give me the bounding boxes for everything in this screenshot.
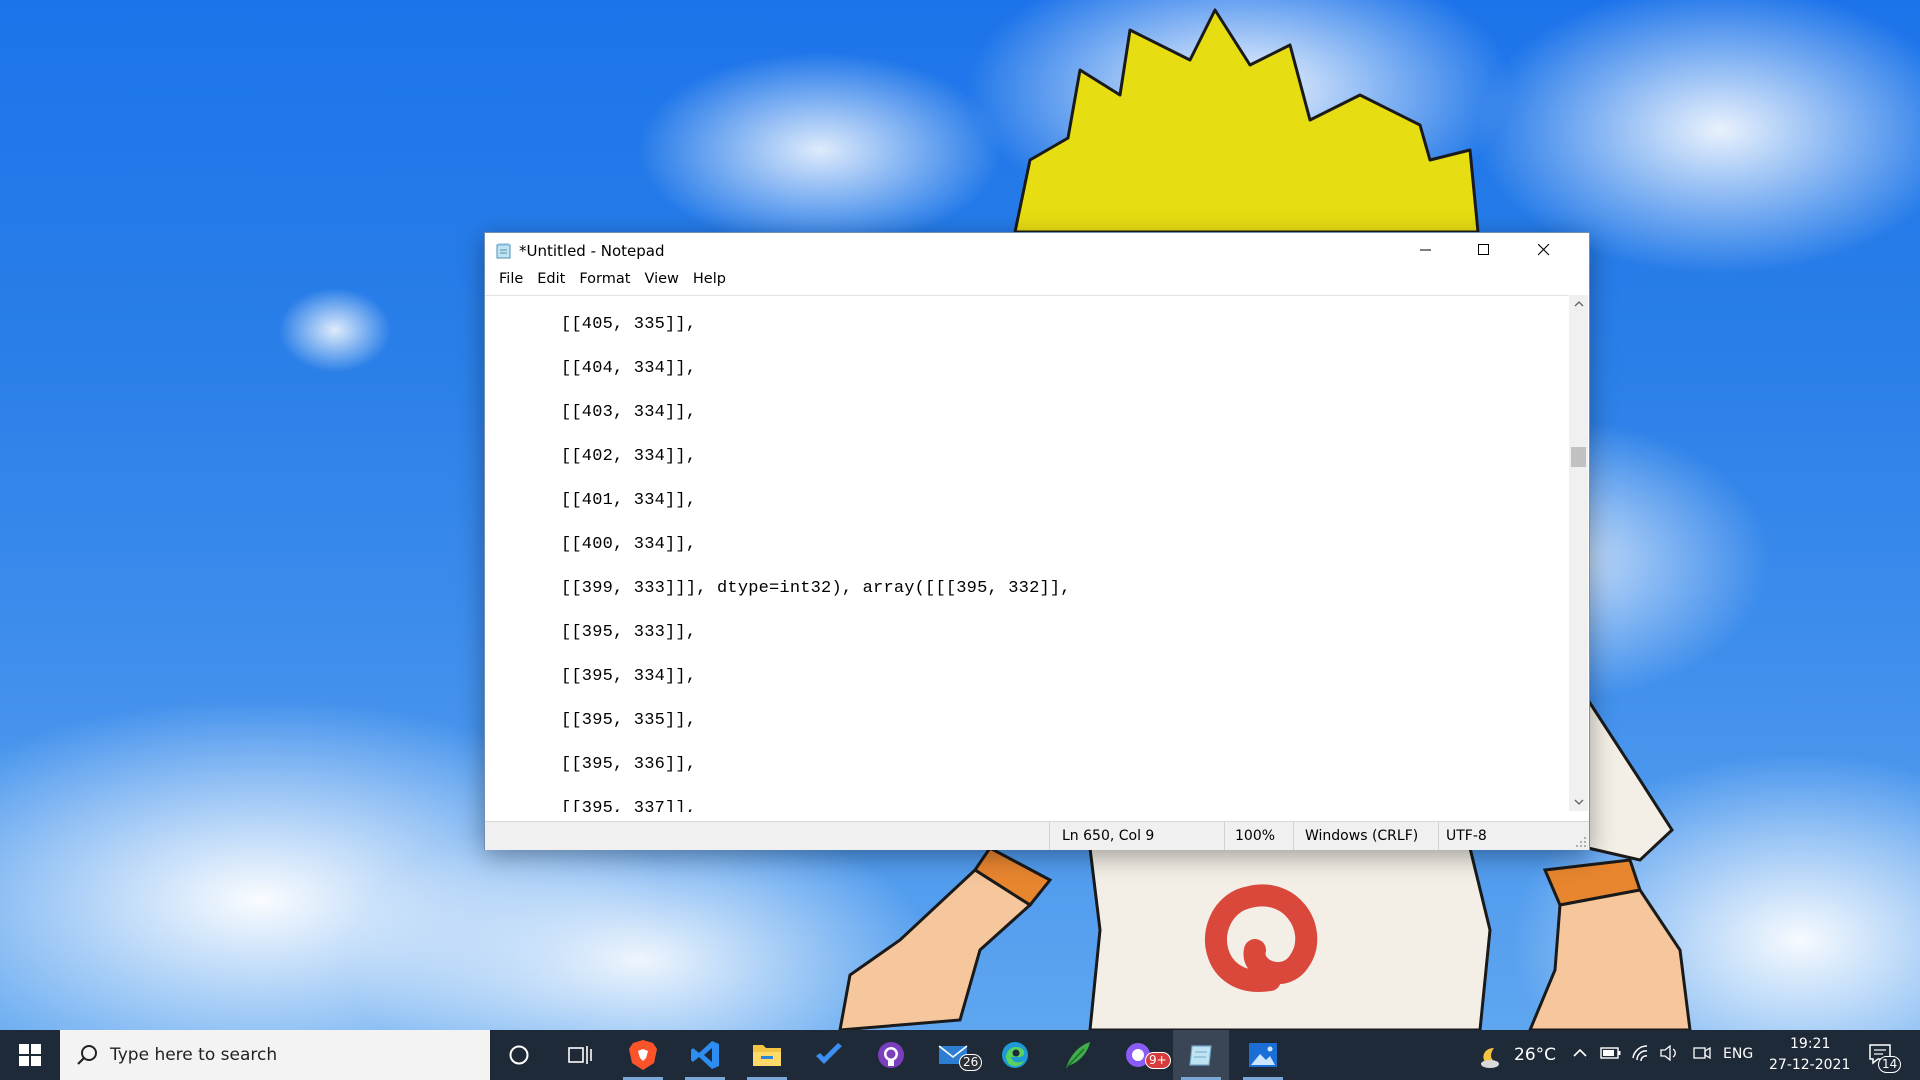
close-icon	[1538, 244, 1550, 256]
chevron-up-icon	[1574, 301, 1583, 307]
minimize-button[interactable]	[1397, 233, 1455, 267]
chevron-down-icon	[1574, 799, 1583, 805]
clock-time[interactable]: 19:21	[1790, 1036, 1830, 1052]
taskbar-file-explorer[interactable]	[739, 1030, 795, 1080]
show-hidden-icons-chevron-icon[interactable]	[1572, 1045, 1588, 1065]
photos-icon	[1249, 1043, 1277, 1067]
text-line: [[395, 333]],	[561, 623, 697, 642]
chat-badge: 9+	[1145, 1052, 1171, 1069]
taskbar-feather-app[interactable]	[1049, 1030, 1105, 1080]
weather-icon[interactable]	[1476, 1044, 1502, 1072]
brave-browser-icon	[629, 1040, 657, 1070]
close-button[interactable]	[1515, 233, 1573, 267]
battery-icon[interactable]	[1600, 1045, 1622, 1065]
file-explorer-icon	[753, 1045, 781, 1066]
window-title: *Untitled - Notepad	[519, 242, 665, 260]
text-editor-area[interactable]: [[405, 335]], [[404, 334]], [[403, 334]]…	[485, 295, 1569, 812]
resize-grip-icon[interactable]	[1575, 836, 1587, 848]
text-line: [[395, 335]],	[561, 711, 697, 730]
windows-logo-icon	[19, 1044, 41, 1066]
edge-icon	[1002, 1042, 1028, 1068]
zoom-level: 100%	[1235, 828, 1276, 844]
text-line: [[402, 334]],	[561, 447, 697, 466]
status-divider	[1049, 822, 1050, 850]
notification-count-badge: 14	[1878, 1056, 1902, 1073]
maximize-icon	[1478, 244, 1489, 255]
title-bar[interactable]: *Untitled - Notepad	[485, 233, 1589, 267]
taskbar-mail[interactable]: 26	[925, 1030, 983, 1080]
wifi-icon[interactable]	[1631, 1044, 1651, 1066]
taskbar-todo[interactable]	[801, 1030, 857, 1080]
taskbar-edge[interactable]	[987, 1030, 1043, 1080]
task-view-button[interactable]	[552, 1030, 608, 1080]
scroll-thumb[interactable]	[1571, 447, 1586, 467]
cortana-button[interactable]	[491, 1030, 547, 1080]
text-line: [[403, 334]],	[561, 403, 697, 422]
language-indicator[interactable]: ENG	[1723, 1046, 1753, 1062]
status-bar: Ln 650, Col 9 100% Windows (CRLF) UTF-8	[485, 821, 1589, 850]
meet-now-icon[interactable]	[1693, 1045, 1711, 1065]
menu-view[interactable]: View	[637, 269, 685, 289]
volume-icon[interactable]	[1660, 1044, 1680, 1065]
start-button[interactable]	[0, 1030, 60, 1080]
taskbar-search-box[interactable]: Type here to search	[60, 1030, 490, 1080]
text-line: [[400, 334]],	[561, 535, 697, 554]
encoding: UTF-8	[1446, 828, 1487, 844]
mail-badge: 26	[959, 1054, 983, 1071]
vscode-icon	[691, 1041, 719, 1069]
notepad-icon	[496, 243, 511, 259]
taskbar-vscode[interactable]	[677, 1030, 733, 1080]
taskbar-notepad[interactable]	[1173, 1030, 1229, 1080]
scroll-down-button[interactable]	[1569, 793, 1588, 811]
maximize-button[interactable]	[1455, 233, 1513, 267]
menu-edit[interactable]: Edit	[530, 269, 572, 289]
text-line: [[395, 336]],	[561, 755, 697, 774]
text-line: [[395, 337]],	[561, 799, 697, 812]
menu-bar: File Edit Format View Help	[485, 267, 1589, 291]
taskbar-chat-app[interactable]: 9+	[1111, 1030, 1171, 1080]
vertical-scrollbar[interactable]	[1569, 295, 1588, 811]
notepad-window[interactable]: *Untitled - Notepad File Edit Format Vie…	[484, 232, 1590, 850]
text-line: [[399, 333]]], dtype=int32), array([[[39…	[561, 579, 1071, 598]
taskbar-brave[interactable]	[615, 1030, 671, 1080]
status-divider	[1438, 822, 1439, 850]
text-line: [[405, 335]],	[561, 315, 697, 334]
search-icon	[76, 1044, 98, 1066]
taskbar-photos[interactable]	[1235, 1030, 1291, 1080]
taskbar-github-desktop[interactable]	[863, 1030, 919, 1080]
line-ending: Windows (CRLF)	[1305, 828, 1419, 844]
cursor-position: Ln 650, Col 9	[1062, 828, 1155, 844]
notepad-icon	[1189, 1045, 1212, 1066]
text-line: [[401, 334]],	[561, 491, 697, 510]
github-desktop-icon	[878, 1042, 904, 1068]
menu-file[interactable]: File	[492, 269, 530, 289]
feather-app-icon	[1065, 1042, 1090, 1069]
menu-format[interactable]: Format	[572, 269, 637, 289]
taskbar: Type here to search 26 9+ 26°C ENG 19:21…	[0, 1030, 1920, 1080]
todo-icon	[816, 1043, 842, 1064]
scroll-up-button[interactable]	[1569, 295, 1588, 313]
search-placeholder: Type here to search	[110, 1045, 278, 1065]
minimize-icon	[1420, 249, 1431, 251]
task-view-icon	[568, 1046, 592, 1064]
clock-date[interactable]: 27-12-2021	[1769, 1057, 1850, 1073]
menu-help[interactable]: Help	[686, 269, 733, 289]
cortana-icon	[509, 1045, 529, 1065]
text-line: [[404, 334]],	[561, 359, 697, 378]
weather-temperature[interactable]: 26°C	[1514, 1045, 1556, 1065]
text-line: [[395, 334]],	[561, 667, 697, 686]
status-divider	[1293, 822, 1294, 850]
status-divider	[1224, 822, 1225, 850]
